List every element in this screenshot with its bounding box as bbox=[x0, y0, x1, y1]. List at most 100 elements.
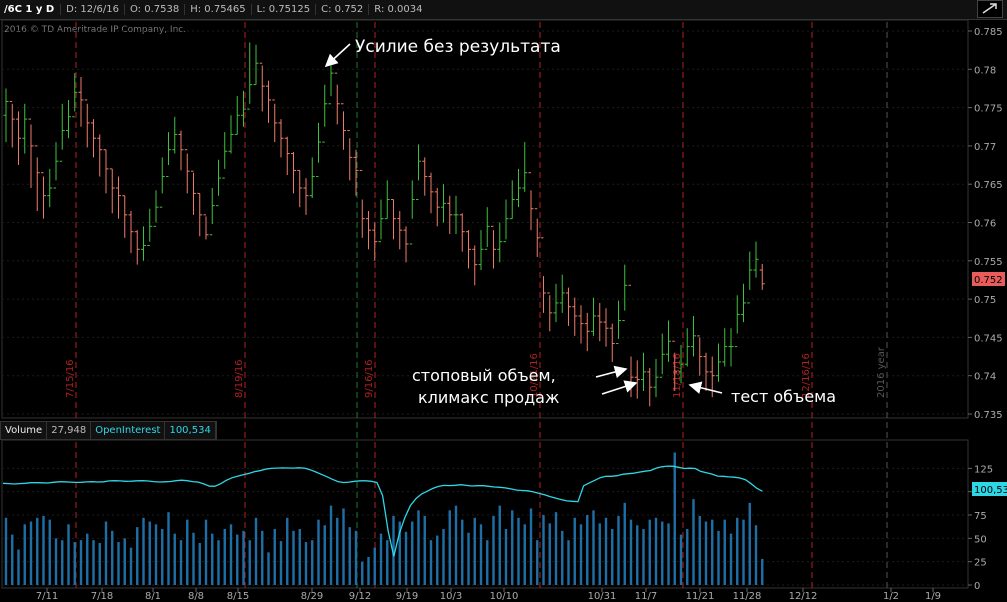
volume-bar bbox=[223, 529, 226, 585]
volume-bar bbox=[661, 521, 664, 585]
volume-bar bbox=[379, 533, 383, 585]
price-bar bbox=[734, 295, 740, 348]
volume-bar bbox=[54, 538, 58, 585]
price-bar bbox=[609, 323, 615, 362]
volume-bar bbox=[604, 517, 608, 585]
volume-bar bbox=[648, 519, 651, 585]
volume-bar bbox=[748, 502, 751, 585]
volume-bar bbox=[629, 519, 633, 585]
price-bar bbox=[553, 283, 559, 323]
x-tick-label: 1/9 bbox=[925, 591, 941, 602]
volume-bar bbox=[567, 540, 570, 585]
price-bar bbox=[616, 300, 621, 345]
price-bar bbox=[628, 284, 634, 398]
volume-bar bbox=[642, 529, 645, 585]
volume-bar bbox=[704, 521, 708, 585]
volume-bar bbox=[167, 512, 170, 585]
volume-bar bbox=[23, 524, 26, 585]
price-bar bbox=[634, 360, 640, 399]
price-tick-label: 0.775 bbox=[974, 104, 1003, 115]
event-label: 9/16/16 bbox=[364, 359, 375, 398]
price-bar bbox=[516, 168, 521, 208]
volume-bar bbox=[317, 519, 320, 585]
price-tick-label: 0.745 bbox=[974, 333, 1003, 344]
expand-icon[interactable] bbox=[977, 0, 1003, 18]
volume-label[interactable]: Volume bbox=[1, 422, 48, 439]
price-tick-label: 0.755 bbox=[974, 257, 1003, 268]
symbol-label[interactable]: /6C 1 y D bbox=[0, 4, 60, 15]
volume-bar bbox=[179, 540, 183, 585]
price-bar bbox=[522, 142, 528, 192]
price-bar bbox=[172, 116, 178, 154]
oi-label[interactable]: OpenInterest bbox=[91, 422, 166, 439]
x-tick-label: 8/29 bbox=[301, 591, 323, 602]
price-bar bbox=[203, 214, 209, 240]
price-bar bbox=[653, 358, 659, 398]
event-label: 8/19/16 bbox=[234, 359, 245, 398]
price-bar bbox=[672, 340, 678, 392]
price-bar bbox=[91, 119, 96, 158]
volume-bar bbox=[411, 521, 414, 585]
volume-bar bbox=[192, 532, 195, 585]
price-bar bbox=[447, 195, 453, 234]
price-bar bbox=[72, 73, 78, 118]
volume-bar bbox=[667, 523, 670, 585]
price-bar bbox=[347, 130, 353, 181]
price-bar bbox=[334, 72, 340, 125]
price-bar bbox=[197, 192, 203, 237]
price-bar bbox=[353, 149, 359, 196]
x-tick-label: 8/15 bbox=[227, 591, 249, 602]
volume-bar bbox=[473, 517, 476, 585]
volume-bar bbox=[48, 519, 51, 585]
price-bar bbox=[722, 328, 728, 367]
x-tick-label: 10/3 bbox=[440, 591, 462, 602]
volume-bar bbox=[61, 540, 64, 585]
price-bar bbox=[741, 283, 746, 323]
close-field: C: 0.752 bbox=[315, 4, 369, 15]
price-tick-label: 0.77 bbox=[974, 142, 996, 153]
price-bar bbox=[497, 222, 503, 263]
volume-bar bbox=[292, 530, 295, 585]
test-arrow bbox=[688, 381, 723, 394]
volume-bar bbox=[123, 538, 126, 585]
volume-bar bbox=[117, 542, 120, 585]
volume-bar bbox=[729, 533, 733, 585]
price-bar bbox=[247, 42, 253, 110]
oi-badge-text: 100,534 bbox=[974, 485, 1007, 496]
price-bar bbox=[559, 274, 565, 313]
volume-bar bbox=[442, 529, 445, 585]
x-tick-label: 12/12 bbox=[789, 591, 818, 602]
price-tick-label: 0.74 bbox=[974, 372, 996, 383]
price-bar bbox=[253, 44, 259, 86]
price-bar bbox=[697, 335, 703, 376]
volume-tick-label: 125 bbox=[974, 464, 993, 475]
selling-climax-annotation: климакс продаж bbox=[418, 388, 559, 407]
volume-bar bbox=[186, 519, 189, 585]
range-field: R: 0.0034 bbox=[368, 4, 428, 15]
price-bar bbox=[659, 333, 665, 378]
price-bar bbox=[466, 230, 471, 269]
price-bar bbox=[528, 172, 534, 231]
price-bar bbox=[503, 199, 509, 243]
price-bar bbox=[422, 157, 428, 196]
price-bar bbox=[759, 263, 765, 290]
price-bar bbox=[266, 80, 271, 123]
volume-bar bbox=[761, 558, 764, 585]
price-tick-label: 0.78 bbox=[974, 65, 996, 76]
volume-bar bbox=[329, 505, 333, 585]
price-bar bbox=[9, 100, 15, 148]
stop-volume-annotation: стоповый объем, bbox=[412, 366, 556, 385]
volume-bar bbox=[173, 533, 176, 585]
volume-bar bbox=[273, 529, 276, 585]
volume-bar bbox=[754, 525, 758, 585]
price-bar bbox=[178, 130, 184, 171]
x-tick-label: 7/11 bbox=[36, 591, 58, 602]
volume-bar bbox=[511, 510, 514, 585]
volume-bar bbox=[286, 517, 289, 585]
volume-bar bbox=[129, 547, 133, 585]
price-bar bbox=[384, 180, 390, 220]
volume-tick-label: 100 bbox=[974, 488, 993, 499]
price-bar bbox=[409, 180, 415, 245]
x-tick-label: 8/1 bbox=[145, 591, 161, 602]
volume-bar bbox=[79, 540, 83, 585]
